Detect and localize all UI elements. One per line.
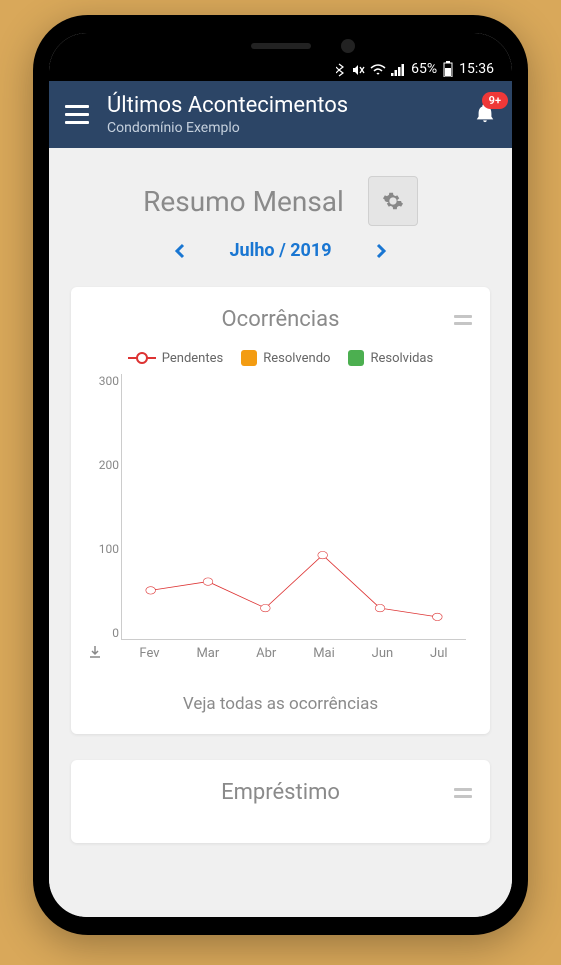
x-axis: Fev Mar Abr Mai Jun Jul [121,640,466,664]
bars [122,374,466,639]
next-month-button[interactable] [372,242,390,260]
wifi-icon [370,64,386,76]
summary-header: Resumo Mensal [71,176,490,226]
page-title: Últimos Acontecimentos [107,93,456,118]
content: Resumo Mensal Julho / 2019 Ocorrências [49,148,512,917]
x-tick: Jul [430,646,448,664]
notifications-button[interactable]: 9+ [474,102,496,128]
card-title: Ocorrências [222,307,340,332]
loan-card: Empréstimo [71,760,490,843]
drag-handle-icon[interactable] [454,788,472,798]
month-label[interactable]: Julho / 2019 [229,240,331,261]
y-tick: 200 [85,458,119,472]
view-all-link[interactable]: Veja todas as ocorrências [85,694,476,714]
bluetooth-icon [336,63,346,77]
legend-swatch-green [348,350,364,366]
line-marker-icon [128,357,156,359]
prev-month-button[interactable] [171,242,189,260]
x-tick: Mar [196,646,219,664]
card-header: Ocorrências [85,307,476,332]
drag-handle-icon[interactable] [454,315,472,325]
status-icons [336,63,405,77]
download-icon[interactable] [87,644,103,660]
legend-pending: Pendentes [128,350,223,366]
y-tick: 300 [85,374,119,388]
app-titles: Últimos Acontecimentos Condomínio Exempl… [107,93,456,136]
gear-icon [382,190,404,212]
settings-button[interactable] [368,176,418,226]
mute-icon [351,63,365,77]
phone-frame: 65% 15:36 Últimos Acontecimentos Condomí… [33,15,528,935]
legend-swatch-orange [241,350,257,366]
card-header: Empréstimo [85,780,476,805]
x-tick: Fev [139,646,159,664]
y-tick: 0 [85,626,119,640]
app-bar: Últimos Acontecimentos Condomínio Exempl… [49,81,512,148]
screen: 65% 15:36 Últimos Acontecimentos Condomí… [49,33,512,917]
chart: 3002001000 FevMarAbrMaiJunJul [121,374,466,664]
plot-area [121,374,466,640]
occurrences-card: Ocorrências Pendentes Resolvendo Resolvi [71,287,490,734]
y-tick: 100 [85,542,119,556]
page-subtitle: Condomínio Exemplo [107,120,456,136]
notification-badge: 9+ [482,92,508,109]
month-nav: Julho / 2019 [71,240,490,261]
card-title: Empréstimo [221,780,340,805]
battery-level: 65% [411,61,437,77]
chart-legend: Pendentes Resolvendo Resolvidas [85,350,476,366]
legend-resolving: Resolvendo [241,350,330,366]
y-axis: 300 200 100 0 [85,374,119,640]
x-tick: Mai [313,646,335,664]
summary-title: Resumo Mensal [143,185,344,218]
battery-icon [443,61,453,77]
clock: 15:36 [459,61,494,77]
x-tick: Jun [372,646,394,664]
legend-resolved: Resolvidas [348,350,433,366]
menu-icon[interactable] [65,105,89,124]
signal-icon [391,64,405,76]
status-bar: 65% 15:36 [49,33,512,81]
x-tick: Abr [256,646,276,664]
